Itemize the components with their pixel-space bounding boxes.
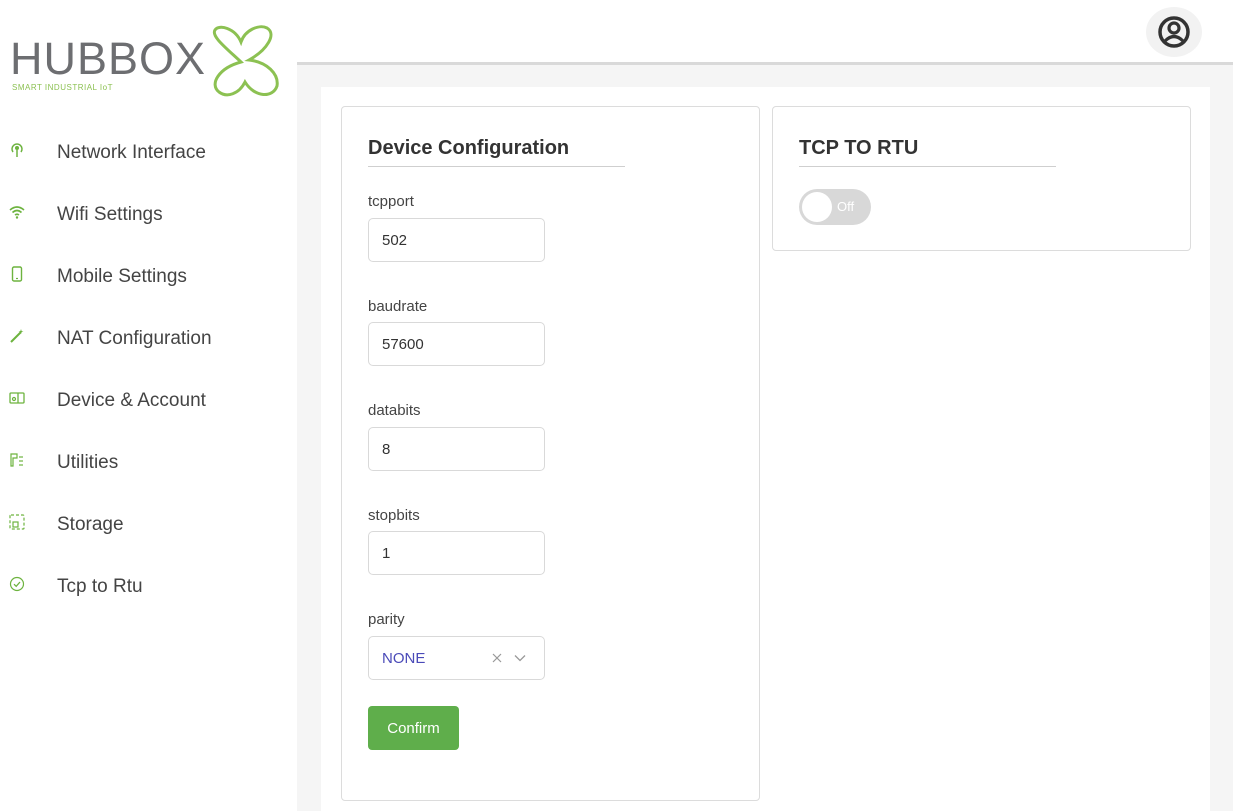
tcpport-input[interactable] [368,218,545,262]
device-configuration-title: Device Configuration [368,137,625,167]
sidebar-item-label: NAT Configuration [57,328,212,349]
parity-label: parity [368,611,405,628]
user-avatar-icon [1158,16,1190,48]
user-avatar-button[interactable] [1146,7,1202,57]
confirm-button[interactable]: Confirm [368,706,459,750]
parity-select[interactable]: NONE [368,636,545,680]
sidebar-item-label: Storage [57,514,124,535]
parity-selected-value: NONE [382,650,426,667]
sidebar-item-label: Device & Account [57,390,206,411]
toggle-knob [802,192,832,222]
sidebar-item-label: Network Interface [57,142,206,163]
sidebar-item-wifi-settings[interactable]: Wifi Settings [0,186,297,242]
sidebar-item-mobile-settings[interactable]: Mobile Settings [0,248,297,304]
sidebar-item-label: Mobile Settings [57,266,187,287]
storage-icon [9,514,25,530]
sidebar-item-label: Tcp to Rtu [57,576,143,597]
sidebar: HUBBOX SMART INDUSTRIAL IoT Network Inte… [0,0,297,811]
device-configuration-card: Device Configuration tcpport baudrate da… [341,106,760,801]
sidebar-item-device-account[interactable]: Device & Account [0,372,297,428]
logo-mark-icon [212,25,279,97]
clear-icon[interactable] [492,653,502,663]
tcp-to-rtu-card: TCP TO RTU Off [772,106,1191,251]
sidebar-item-network-interface[interactable]: Network Interface [0,124,297,180]
sidebar-item-label: Wifi Settings [57,204,163,225]
toggle-state-label: Off [837,199,855,214]
sidebar-item-tcp-to-rtu[interactable]: Tcp to Rtu [0,558,297,614]
tcpport-label: tcpport [368,193,414,210]
baudrate-input[interactable] [368,322,545,366]
databits-label: databits [368,402,421,419]
tools-icon [10,453,23,467]
logo-tagline: SMART INDUSTRIAL IoT [12,83,113,92]
sidebar-item-storage[interactable]: Storage [0,496,297,552]
tcp-to-rtu-toggle[interactable]: Off [799,189,871,225]
databits-input[interactable] [368,427,545,471]
sidebar-item-nat-configuration[interactable]: NAT Configuration [0,310,297,366]
devices-icon [9,392,25,404]
logo-text: HUBBOX [10,33,207,84]
stopbits-label: stopbits [368,507,420,524]
stopbits-input[interactable] [368,531,545,575]
sidebar-item-utilities[interactable]: Utilities [0,434,297,490]
wifi-icon [9,206,25,219]
sidebar-item-label: Utilities [57,452,119,473]
chevron-down-icon[interactable] [514,654,526,662]
hubbox-logo[interactable]: HUBBOX SMART INDUSTRIAL IoT [10,22,280,102]
magic-wand-icon [10,329,24,343]
tcp-to-rtu-title: TCP TO RTU [799,137,1056,167]
baudrate-label: baudrate [368,298,428,315]
antenna-icon [11,143,23,157]
mobile-icon [11,266,23,282]
check-circle-icon [9,576,25,592]
